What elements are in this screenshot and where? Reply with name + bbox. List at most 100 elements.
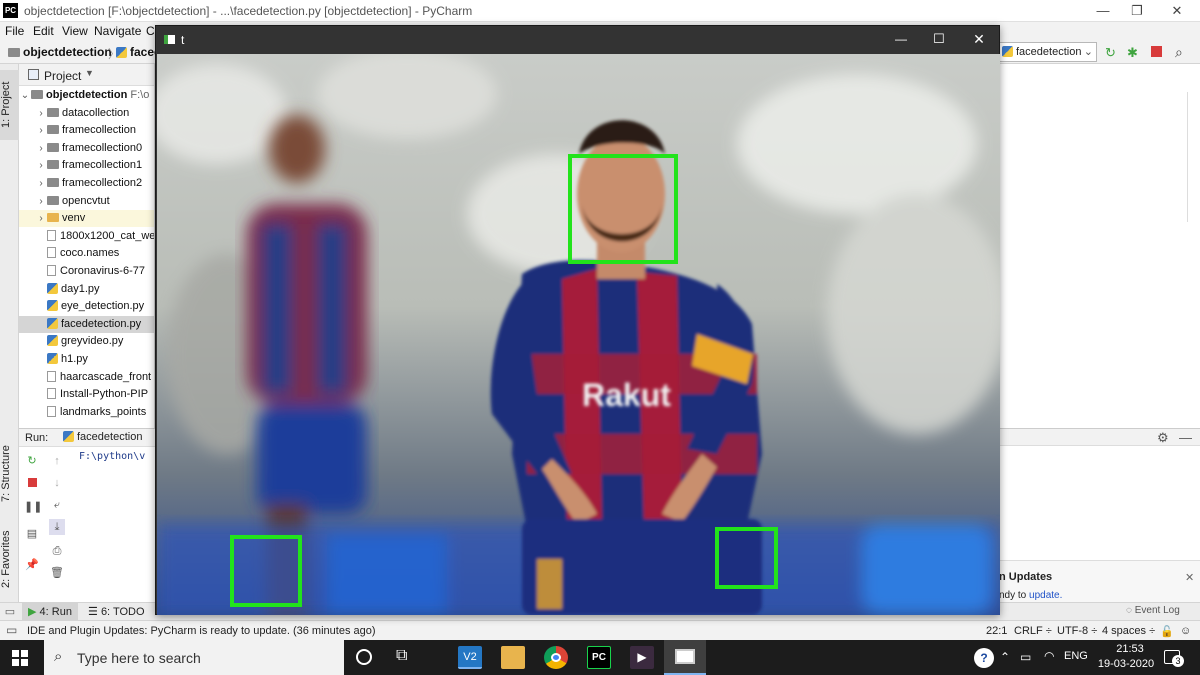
- tree-item[interactable]: › opencvtut: [19, 193, 154, 210]
- folder-icon: [47, 142, 59, 152]
- battery-icon[interactable]: ▭: [1020, 650, 1031, 664]
- project-view-select[interactable]: Project: [44, 69, 81, 83]
- menu-navigate[interactable]: Navigate: [94, 24, 141, 38]
- status-icon[interactable]: ▭: [6, 623, 17, 637]
- tree-item[interactable]: coco.names: [19, 245, 154, 262]
- tree-item[interactable]: › framecollection1: [19, 157, 154, 174]
- indent-setting[interactable]: 4 spaces ÷: [1102, 625, 1155, 637]
- tree-item[interactable]: h1.py: [19, 351, 154, 368]
- taskbar-search-box[interactable]: ⌕ Type here to search: [44, 640, 344, 675]
- editor-scrollbar[interactable]: [1187, 92, 1195, 222]
- clock-date[interactable]: 19-03-2020: [1092, 658, 1160, 670]
- search-icon[interactable]: ⌕: [1175, 44, 1183, 61]
- arrow-down-icon[interactable]: ↓: [49, 475, 65, 491]
- soft-wrap-icon[interactable]: ⤶: [49, 497, 65, 513]
- opencv-window-titlebar[interactable]: t — ☐ ✕: [156, 26, 999, 54]
- layout-icon[interactable]: ▤: [24, 526, 40, 542]
- menu-edit[interactable]: Edit: [33, 24, 54, 38]
- tree-item[interactable]: 1800x1200_cat_we: [19, 228, 154, 245]
- tree-item[interactable]: › framecollection: [19, 122, 154, 139]
- rerun-icon[interactable]: ↻: [1105, 45, 1116, 61]
- tab-project[interactable]: 1: Project: [0, 70, 19, 140]
- tree-item[interactable]: facedetection.py: [19, 315, 154, 333]
- breadcrumb-project[interactable]: objectdetection: [8, 45, 112, 59]
- lock-icon[interactable]: 🔓: [1160, 625, 1174, 638]
- inspector-icon[interactable]: ☺: [1180, 625, 1191, 637]
- debug-icon[interactable]: ✱: [1127, 45, 1138, 61]
- line-separator[interactable]: CRLF ÷: [1014, 625, 1052, 637]
- pause-icon[interactable]: ❚❚: [24, 499, 42, 515]
- hide-icon[interactable]: —: [1179, 430, 1192, 445]
- toggle-tool-windows-icon[interactable]: ▭: [0, 605, 20, 618]
- menu-code[interactable]: C: [146, 24, 155, 38]
- tab-favorites[interactable]: 2: Favorites: [0, 524, 19, 594]
- run-pane-header: Run: facedetection: [19, 429, 155, 447]
- tree-root[interactable]: ⌄ objectdetection F:\o: [19, 87, 154, 104]
- caret-position[interactable]: 22:1: [986, 625, 1007, 637]
- tree-item[interactable]: Install-Python-PIP: [19, 386, 154, 403]
- language-indicator[interactable]: ENG: [1064, 650, 1088, 662]
- clock-time[interactable]: 21:53: [1100, 643, 1160, 655]
- python-file-icon: [1002, 46, 1013, 57]
- tab-run[interactable]: ▶ 4: Run: [22, 603, 78, 620]
- tree-item[interactable]: landmarks_points: [19, 404, 154, 421]
- arrow-up-icon[interactable]: ↑: [49, 453, 65, 469]
- menu-file[interactable]: File: [5, 24, 24, 38]
- print-icon[interactable]: ⎙: [49, 543, 65, 559]
- vscode-taskbar-icon[interactable]: V2: [458, 646, 482, 669]
- tree-item[interactable]: haarcascade_front: [19, 369, 154, 386]
- status-message[interactable]: IDE and Plugin Updates: PyCharm is ready…: [27, 625, 376, 637]
- notification-center-icon[interactable]: 3: [1162, 648, 1186, 668]
- file-explorer-taskbar-icon[interactable]: [501, 646, 525, 669]
- rerun-icon[interactable]: ↻: [24, 453, 40, 469]
- tree-item[interactable]: greyvideo.py: [19, 333, 154, 350]
- tree-item-label: framecollection0: [62, 141, 143, 154]
- menu-view[interactable]: View: [62, 24, 88, 38]
- windows-start-icon[interactable]: [12, 650, 28, 666]
- trash-icon[interactable]: 🗑: [49, 565, 65, 581]
- tree-item[interactable]: › venv: [19, 210, 154, 228]
- close-button[interactable]: ✕: [964, 31, 994, 48]
- breadcrumb-file[interactable]: facec: [116, 45, 161, 59]
- opencv-window-taskbar-item[interactable]: [664, 640, 706, 675]
- chevron-down-icon: ⌄: [20, 90, 30, 101]
- tree-item[interactable]: › datacollection: [19, 105, 154, 122]
- play-icon: ▶: [28, 606, 37, 618]
- tree-item-label: haarcascade_front: [60, 370, 152, 383]
- run-tab-facedetection[interactable]: facedetection: [63, 431, 142, 443]
- close-button[interactable]: ✕: [1154, 0, 1200, 22]
- chevron-down-icon[interactable]: ▼: [85, 68, 94, 78]
- minimize-button[interactable]: —: [886, 32, 916, 46]
- update-link[interactable]: update.: [1029, 590, 1062, 601]
- tree-item[interactable]: Coronavirus-6-77: [19, 263, 154, 280]
- chrome-taskbar-icon[interactable]: [544, 646, 568, 669]
- tree-item[interactable]: eye_detection.py: [19, 298, 154, 315]
- folder-icon: [47, 160, 59, 170]
- tree-item[interactable]: › framecollection2: [19, 175, 154, 192]
- list-icon: ☰: [88, 606, 98, 618]
- pycharm-taskbar-icon[interactable]: PC: [587, 646, 611, 669]
- cortana-icon[interactable]: [356, 649, 372, 665]
- chevron-up-icon[interactable]: ⌃: [1000, 650, 1010, 664]
- close-icon[interactable]: ✕: [1185, 571, 1194, 584]
- tab-todo[interactable]: ☰ 6: TODO: [88, 605, 145, 618]
- wifi-icon[interactable]: ◠: [1044, 649, 1054, 663]
- tree-item[interactable]: › framecollection0: [19, 140, 154, 157]
- pin-icon[interactable]: 📌: [24, 557, 40, 573]
- opencv-image-window[interactable]: t — ☐ ✕ Rakut: [155, 25, 1000, 615]
- tab-event-log[interactable]: ◌ Event Log: [1126, 605, 1180, 616]
- file-encoding[interactable]: UTF-8 ÷: [1057, 625, 1097, 637]
- tree-item[interactable]: day1.py: [19, 281, 154, 298]
- stop-icon[interactable]: [1151, 46, 1162, 57]
- scroll-to-end-icon[interactable]: ⤓: [49, 519, 65, 535]
- help-icon[interactable]: ?: [974, 648, 994, 668]
- gear-icon[interactable]: ⚙: [1157, 430, 1169, 446]
- notification-title: n Updates: [999, 571, 1053, 583]
- run-output: F:\python\v: [79, 451, 146, 462]
- task-view-icon[interactable]: ⧉: [396, 647, 407, 665]
- run-config-select[interactable]: facedetection ⌄: [999, 42, 1097, 62]
- tab-structure[interactable]: 7: Structure: [0, 439, 19, 509]
- maximize-button[interactable]: ☐: [924, 31, 954, 47]
- stop-icon[interactable]: [24, 476, 40, 492]
- media-player-taskbar-icon[interactable]: ▶: [630, 646, 654, 669]
